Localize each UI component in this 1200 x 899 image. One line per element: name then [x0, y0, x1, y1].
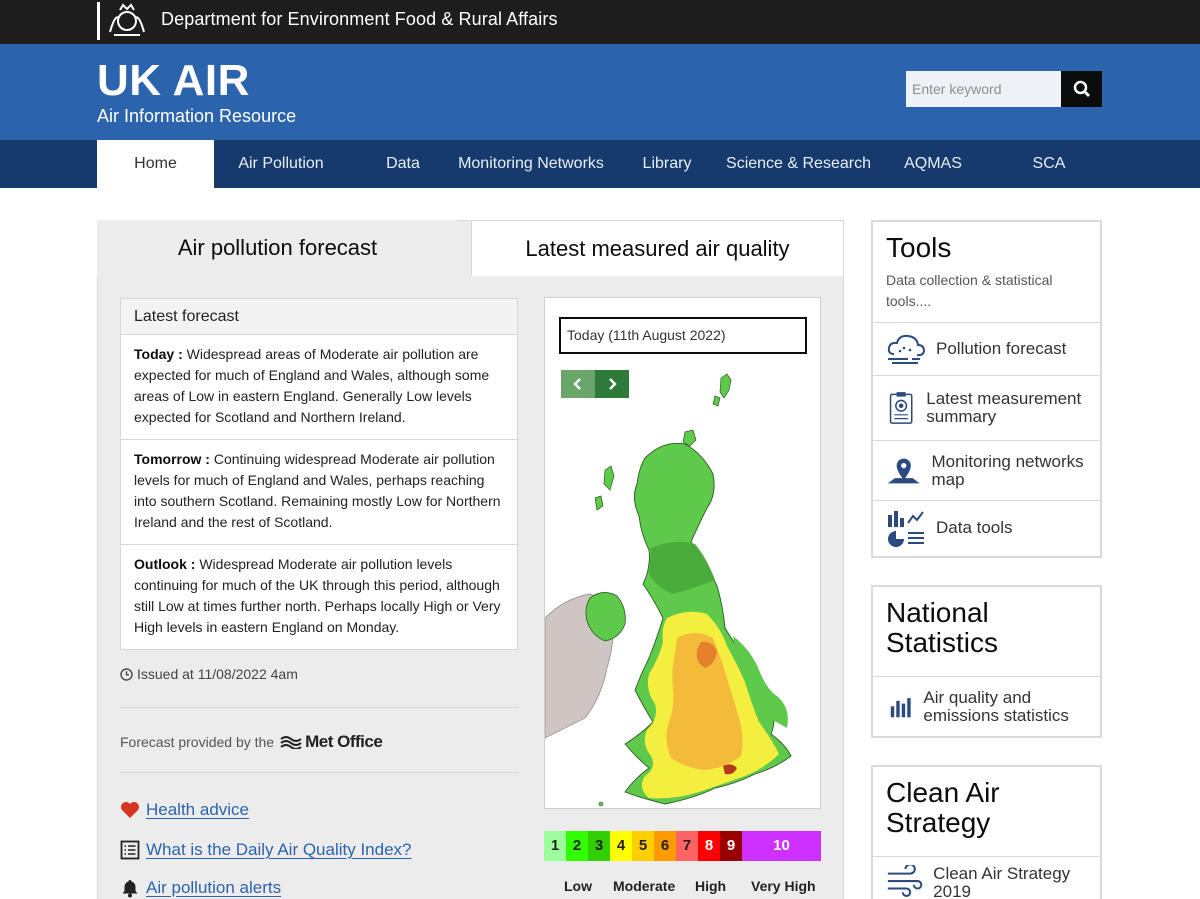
daqi-scale: 1 2 3 4 5 6 7 8 9 10: [544, 831, 821, 861]
tool-pollution-forecast-label: Pollution forecast: [936, 339, 1067, 358]
map-prev-day-button[interactable]: [561, 370, 595, 398]
search-input[interactable]: [906, 71, 1061, 107]
daqi-band-4: 4: [610, 831, 632, 861]
tab-latest-measured[interactable]: Latest measured air quality: [471, 220, 844, 276]
clean-air-strategy-2019-label: Clean Air Strategy 2019: [933, 864, 1071, 899]
department-name[interactable]: Department for Environment Food & Rural …: [161, 9, 558, 30]
latest-forecast-heading: Latest forecast: [121, 299, 517, 335]
forecast-today: Today : Widespread areas of Moderate air…: [121, 335, 517, 440]
forecast-tomorrow: Tomorrow : Continuing widespread Moderat…: [121, 440, 517, 545]
latest-forecast-box: Latest forecast Today : Widespread areas…: [120, 298, 518, 650]
bar-chart-icon: [890, 697, 911, 717]
health-advice-link-row: Health advice: [120, 800, 249, 820]
provided-by-text: Forecast provided by the: [120, 734, 275, 750]
scale-label-high: High: [695, 878, 727, 894]
tool-latest-measurement-label: Latest measurement summary: [926, 389, 1082, 426]
main-nav: Home Air Pollution Data Monitoring Netwo…: [0, 140, 1200, 188]
nav-monitoring-networks[interactable]: Monitoring Networks: [451, 140, 611, 188]
tool-monitoring-networks-label: Monitoring networks map: [931, 451, 1084, 489]
national-statistics-title: National Statistics: [886, 597, 999, 658]
scale-label-moderate: Moderate: [613, 878, 676, 894]
govt-topbar: Department for Environment Food & Rural …: [0, 0, 1200, 44]
site-header: UK AIR Air Information Resource: [0, 44, 1200, 140]
daqi-link-row: What is the Daily Air Quality Index?: [120, 840, 412, 860]
clean-air-strategy-2019[interactable]: Clean Air Strategy 2019: [873, 856, 1100, 899]
daqi-link[interactable]: What is the Daily Air Quality Index?: [146, 840, 412, 860]
scale-label-very-high: Very High: [751, 878, 816, 894]
map-next-day-button[interactable]: [595, 370, 629, 398]
site-title[interactable]: UK AIR: [97, 56, 250, 106]
issued-text: Issued at 11/08/2022 4am: [137, 666, 298, 682]
chevron-left-icon: [573, 378, 581, 390]
clock-icon: [120, 667, 133, 681]
tool-data-tools-label: Data tools: [936, 517, 1013, 537]
nav-home[interactable]: Home: [97, 140, 214, 188]
daqi-band-6: 6: [654, 831, 676, 861]
divider: [120, 707, 518, 708]
forecast-today-text: Widespread areas of Moderate air polluti…: [134, 346, 490, 425]
nav-air-pollution[interactable]: Air Pollution: [222, 140, 340, 188]
daqi-band-10: 10: [742, 831, 821, 861]
search-button[interactable]: [1061, 71, 1102, 107]
chart-tools-icon: [888, 510, 924, 547]
forecast-today-label: Today :: [134, 346, 183, 362]
map-pin-icon: [887, 458, 920, 483]
tool-monitoring-networks[interactable]: Monitoring networks map: [873, 440, 1100, 500]
daqi-band-9: 9: [720, 831, 742, 861]
national-statistics-box: National Statistics Air quality and emis…: [871, 585, 1102, 738]
map-date-select[interactable]: Today (11th August 2022): [559, 317, 807, 354]
tab-air-pollution-forecast[interactable]: Air pollution forecast: [97, 220, 458, 276]
forecast-provider: Forecast provided by the Met Office: [120, 732, 383, 752]
bell-icon: [122, 880, 138, 898]
cloud-forecast-icon: [887, 334, 926, 364]
met-office-name: Met Office: [305, 732, 383, 751]
air-quality-emissions-statistics-label: Air quality and emissions statistics: [923, 687, 1069, 725]
search-icon: [1073, 80, 1090, 97]
daqi-band-1: 1: [544, 831, 566, 861]
nav-library[interactable]: Library: [631, 140, 703, 188]
nav-sca[interactable]: SCA: [1018, 140, 1080, 188]
alerts-link[interactable]: Air pollution alerts: [146, 878, 281, 898]
nav-data[interactable]: Data: [370, 140, 436, 188]
daqi-band-5: 5: [632, 831, 654, 861]
tools-description: Data collection & statistical tools....: [886, 272, 1053, 309]
document-list-icon: [120, 840, 140, 860]
royal-crest-logo[interactable]: [97, 2, 149, 40]
daqi-band-7: 7: [676, 831, 698, 861]
clipboard-icon: [889, 392, 913, 424]
site-subtitle: Air Information Resource: [97, 106, 297, 126]
nav-aqmas[interactable]: AQMAS: [893, 140, 973, 188]
scale-label-low: Low: [564, 878, 592, 894]
tool-latest-measurement[interactable]: Latest measurement summary: [873, 375, 1100, 440]
forecast-outlook: Outlook : Widespread Moderate air pollut…: [121, 545, 517, 649]
nav-science-research[interactable]: Science & Research: [722, 140, 875, 188]
forecast-tomorrow-label: Tomorrow :: [134, 451, 210, 467]
wind-icon: [887, 865, 923, 897]
health-advice-link[interactable]: Health advice: [146, 800, 249, 820]
alerts-link-row: Air pollution alerts: [120, 878, 281, 898]
chevron-right-icon: [609, 378, 617, 390]
clean-air-strategy-box: Clean Air Strategy Clean Air Strategy 20…: [871, 765, 1102, 899]
met-office-logo[interactable]: Met Office: [280, 732, 383, 752]
issued-time: Issued at 11/08/2022 4am: [120, 666, 298, 682]
tool-pollution-forecast[interactable]: Pollution forecast: [873, 322, 1100, 375]
tool-data-tools[interactable]: Data tools: [873, 500, 1100, 554]
forecast-outlook-label: Outlook :: [134, 556, 196, 572]
daqi-band-3: 3: [588, 831, 610, 861]
daqi-band-2: 2: [566, 831, 588, 861]
heart-icon: [121, 802, 139, 818]
clean-air-strategy-title: Clean Air Strategy: [886, 777, 1000, 838]
crest-icon: [109, 3, 145, 36]
tools-box: Tools Data collection & statistical tool…: [871, 220, 1102, 558]
divider: [120, 772, 518, 773]
forecast-map-box: Today (11th August 2022): [544, 297, 821, 809]
met-office-stripes-icon: [280, 736, 302, 749]
air-quality-emissions-statistics[interactable]: Air quality and emissions statistics: [873, 676, 1100, 736]
tools-title: Tools: [886, 232, 952, 263]
daqi-band-8: 8: [698, 831, 720, 861]
